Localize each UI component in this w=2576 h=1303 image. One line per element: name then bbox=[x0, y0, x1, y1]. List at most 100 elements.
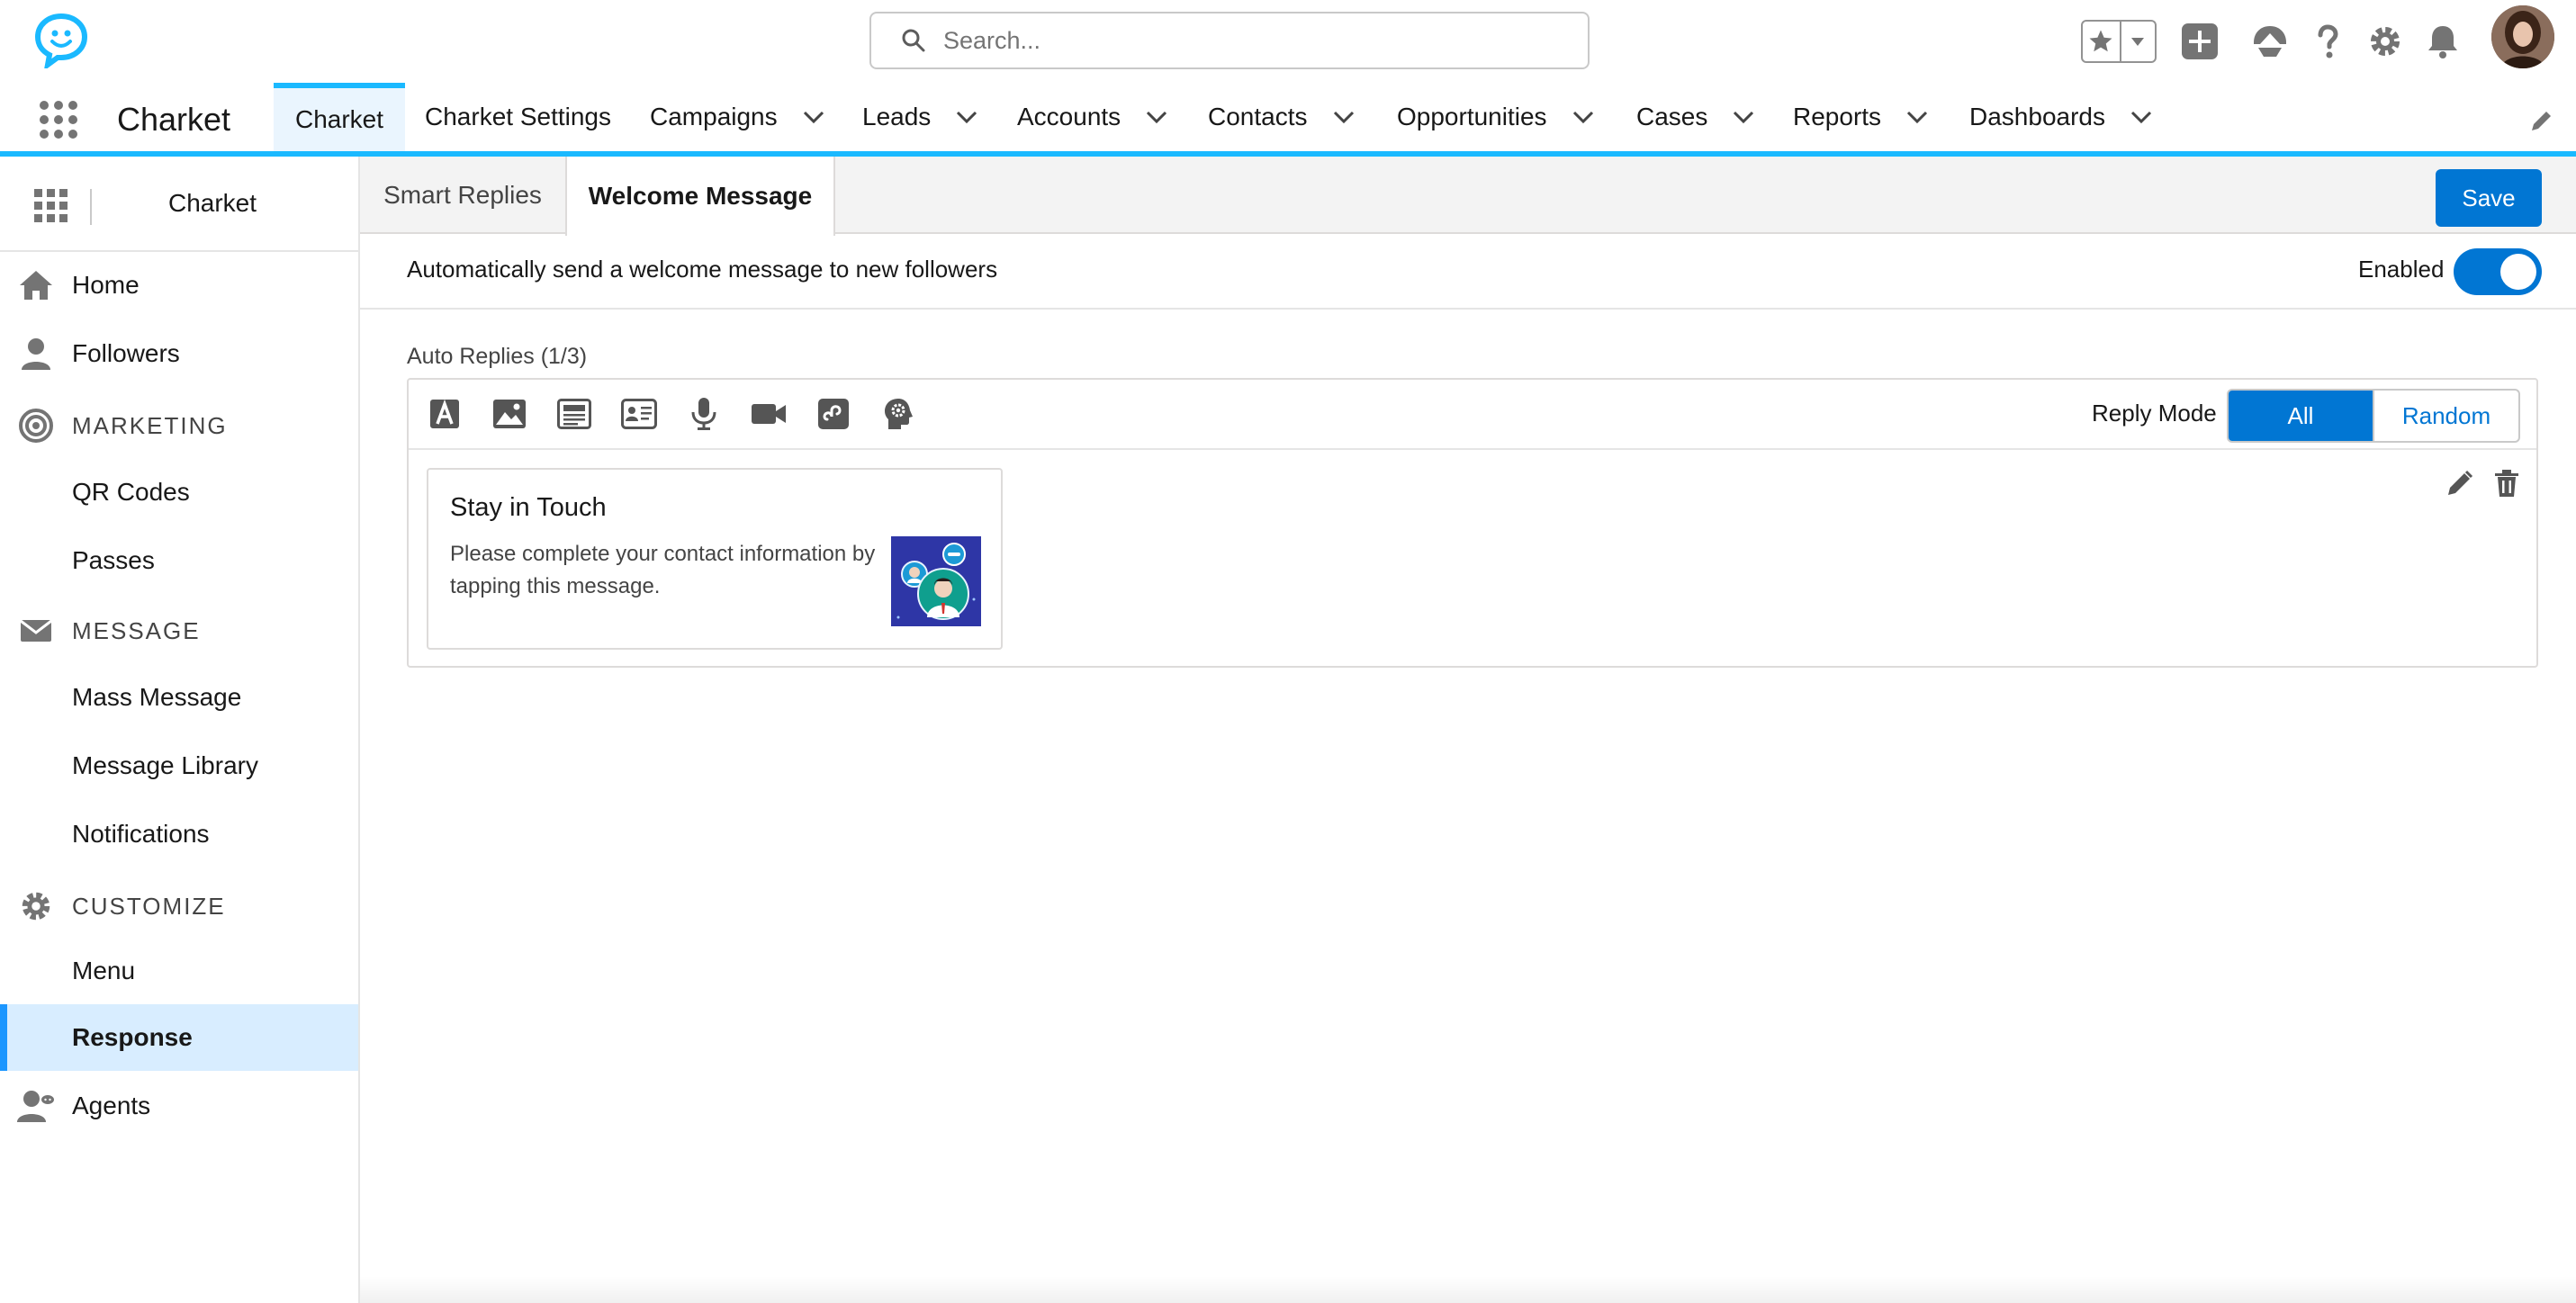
card-description: Please complete your contact information… bbox=[450, 542, 876, 598]
chevron-down-icon[interactable] bbox=[1905, 104, 1930, 130]
sidebar-item-message-library[interactable]: Message Library bbox=[0, 732, 358, 799]
sidebar-item-followers[interactable]: Followers bbox=[0, 320, 358, 387]
trash-icon bbox=[2495, 470, 2518, 497]
envelope-icon bbox=[16, 611, 56, 651]
star-icon bbox=[2089, 30, 2112, 52]
image-reply-button[interactable] bbox=[491, 396, 527, 432]
trailhead-button[interactable] bbox=[2248, 20, 2292, 63]
notifications-button[interactable] bbox=[2421, 20, 2464, 63]
edit-reply-button[interactable] bbox=[2445, 468, 2475, 499]
nav-tab-charket-settings[interactable]: Charket Settings bbox=[425, 83, 611, 151]
sidebar-section-label: MESSAGE bbox=[72, 616, 201, 644]
sidebar-item-passes[interactable]: Passes bbox=[0, 527, 358, 594]
tab-smart-replies[interactable]: Smart Replies bbox=[360, 157, 565, 234]
sidebar-item-menu[interactable]: Menu bbox=[0, 938, 358, 1004]
global-search-input[interactable]: Search... bbox=[869, 12, 1590, 69]
nav-tab-reports[interactable]: Reports bbox=[1793, 83, 1930, 151]
chevron-down-icon[interactable] bbox=[1571, 104, 1596, 130]
reply-mode-random-button[interactable]: Random bbox=[2373, 391, 2518, 441]
sidebar-item-notifications[interactable]: Notifications bbox=[0, 801, 358, 867]
app-launcher-icon[interactable] bbox=[38, 99, 79, 140]
bell-icon bbox=[2428, 26, 2457, 58]
news-reply-button[interactable] bbox=[556, 396, 592, 432]
sidebar-item-label: Notifications bbox=[72, 820, 210, 848]
setup-button[interactable] bbox=[2364, 20, 2407, 63]
avatar[interactable] bbox=[2491, 5, 2554, 68]
sidebar-section-message: MESSAGE bbox=[0, 598, 358, 664]
mini-program-icon bbox=[818, 399, 849, 429]
target-icon bbox=[16, 406, 56, 445]
sidebar-title: Charket bbox=[167, 189, 257, 217]
help-button[interactable] bbox=[2306, 20, 2349, 63]
video-camera-icon bbox=[752, 404, 786, 424]
nav-tab-label: Contacts bbox=[1208, 103, 1308, 130]
chevron-down-icon[interactable] bbox=[1144, 104, 1169, 130]
pencil-icon[interactable] bbox=[2529, 108, 2554, 133]
reply-mode-toggle: All Random bbox=[2227, 389, 2520, 443]
page-bottom-shadow bbox=[360, 1276, 2576, 1303]
chevron-down-icon[interactable] bbox=[2129, 104, 2154, 130]
app-launcher-icon[interactable] bbox=[34, 189, 68, 223]
auto-replies-panel: Reply Mode All Random Stay in Touch Plea… bbox=[407, 378, 2538, 668]
favorites-button-group bbox=[2081, 20, 2157, 63]
sidebar-item-label: Home bbox=[72, 271, 140, 299]
nav-tab-cases[interactable]: Cases bbox=[1636, 83, 1756, 151]
sidebar-item-home[interactable]: Home bbox=[0, 252, 358, 319]
mini-program-reply-button[interactable] bbox=[815, 396, 851, 432]
global-actions-button[interactable] bbox=[2178, 20, 2221, 63]
save-button[interactable]: Save bbox=[2436, 169, 2542, 227]
sidebar-item-response[interactable]: Response bbox=[0, 1004, 358, 1071]
toggle-knob bbox=[2500, 254, 2536, 290]
search-placeholder: Search... bbox=[943, 26, 1041, 54]
nav-tab-accounts[interactable]: Accounts bbox=[1017, 83, 1169, 151]
reply-mode-label: Reply Mode bbox=[2092, 400, 2217, 427]
ai-reply-button[interactable] bbox=[880, 396, 916, 432]
main-content: Smart Replies Welcome Message Save Autom… bbox=[360, 157, 2576, 1303]
favorites-button[interactable] bbox=[2083, 22, 2121, 61]
video-reply-button[interactable] bbox=[751, 396, 787, 432]
reply-mode-all-button[interactable]: All bbox=[2229, 391, 2373, 441]
agent-icon bbox=[16, 1086, 56, 1126]
sidebar-item-label: Agents bbox=[72, 1092, 151, 1119]
sidebar-header: Charket bbox=[0, 157, 358, 252]
chevron-down-icon[interactable] bbox=[801, 104, 826, 130]
welcome-setting-row: Automatically send a welcome message to … bbox=[360, 236, 2576, 310]
chevron-down-icon[interactable] bbox=[1331, 104, 1356, 130]
charket-logo-icon[interactable] bbox=[32, 11, 90, 68]
user-avatar-icon bbox=[2491, 5, 2554, 68]
nav-tab-contacts[interactable]: Contacts bbox=[1208, 83, 1356, 151]
nav-tab-dashboards[interactable]: Dashboards bbox=[1969, 83, 2154, 151]
sidebar-item-label: QR Codes bbox=[72, 478, 190, 506]
favorites-list-button[interactable] bbox=[2121, 22, 2155, 61]
welcome-description: Automatically send a welcome message to … bbox=[407, 256, 998, 283]
sidebar-item-qr-codes[interactable]: QR Codes bbox=[0, 459, 358, 526]
delete-reply-button[interactable] bbox=[2491, 468, 2522, 499]
nav-tab-label: Leads bbox=[862, 103, 932, 130]
contact-card-icon bbox=[621, 399, 657, 429]
card-reply-button[interactable] bbox=[621, 396, 657, 432]
reply-type-toolbar: Reply Mode All Random bbox=[409, 380, 2536, 450]
search-icon bbox=[902, 29, 925, 52]
voice-reply-button[interactable] bbox=[686, 396, 722, 432]
sidebar-section-customize: CUSTOMIZE bbox=[0, 873, 358, 939]
help-icon bbox=[2318, 24, 2338, 58]
tab-welcome-message[interactable]: Welcome Message bbox=[565, 157, 835, 236]
nav-tab-label: Reports bbox=[1793, 103, 1882, 130]
nav-tab-charket[interactable]: Charket bbox=[274, 83, 405, 151]
enabled-toggle[interactable] bbox=[2454, 248, 2542, 295]
nav-tab-opportunities[interactable]: Opportunities bbox=[1397, 83, 1596, 151]
app-navigation-bar: Charket Charket Charket Settings Campaig… bbox=[0, 83, 2576, 157]
nav-tab-campaigns[interactable]: Campaigns bbox=[650, 83, 826, 151]
auto-reply-card[interactable]: Stay in Touch Please complete your conta… bbox=[427, 468, 1003, 650]
sidebar-item-label: Mass Message bbox=[72, 683, 242, 711]
nav-tab-leads[interactable]: Leads bbox=[862, 83, 979, 151]
response-tabs: Smart Replies Welcome Message Save bbox=[360, 157, 2576, 236]
sidebar-item-mass-message[interactable]: Mass Message bbox=[0, 664, 358, 731]
chevron-down-icon[interactable] bbox=[954, 104, 979, 130]
nav-tab-label: Campaigns bbox=[650, 103, 778, 130]
card-title: Stay in Touch bbox=[450, 493, 607, 522]
sidebar: Charket Home Followers MARKETING QR Code… bbox=[0, 157, 360, 1303]
sidebar-item-agents[interactable]: Agents bbox=[0, 1073, 358, 1139]
text-reply-button[interactable] bbox=[427, 396, 463, 432]
chevron-down-icon[interactable] bbox=[1731, 104, 1756, 130]
